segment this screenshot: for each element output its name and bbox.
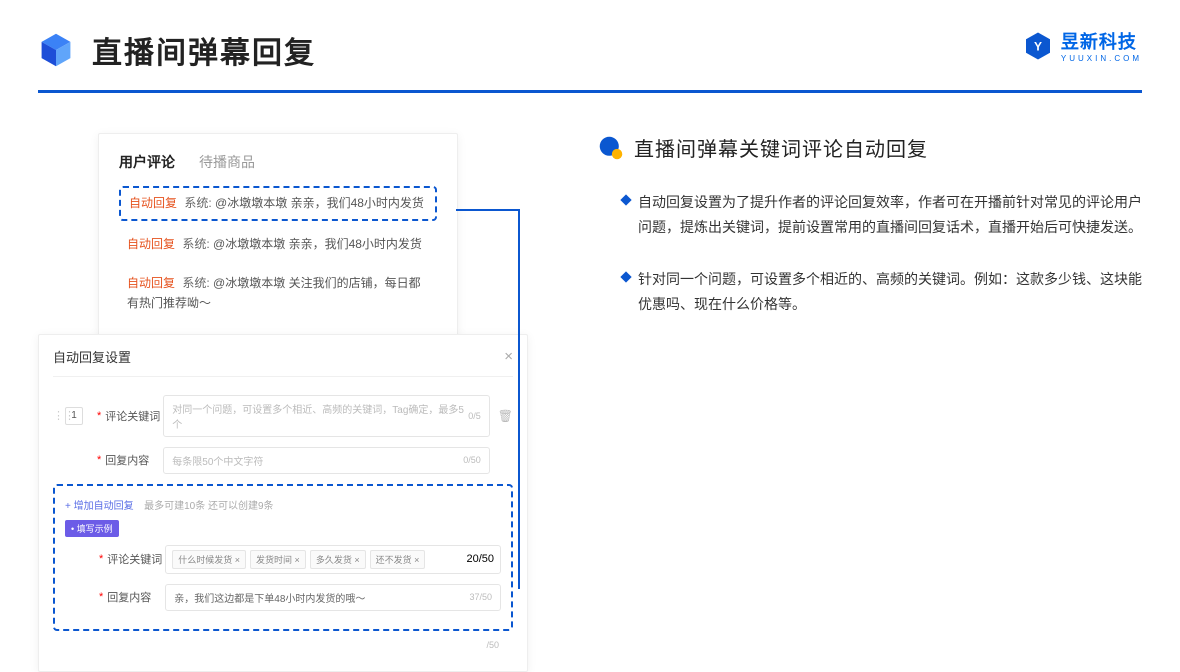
brand-icon: Y xyxy=(1023,31,1053,61)
feature-icon xyxy=(598,135,624,161)
svg-text:Y: Y xyxy=(1034,39,1042,53)
bullet-item: 自动回复设置为了提升作者的评论回复效率，作者可在开播前针对常见的评论用户问题，提… xyxy=(622,190,1142,239)
comment-prefix: 系统: xyxy=(182,276,209,290)
keyword-label: 评论关键词 xyxy=(105,408,163,424)
keyword-label: 评论关键词 xyxy=(107,551,165,567)
comment-prefix: 系统: xyxy=(184,196,211,210)
keyword-tag[interactable]: 还不发货 × xyxy=(370,550,426,569)
tab-user-comments[interactable]: 用户评论 xyxy=(119,152,175,172)
sequence-number: 1 xyxy=(65,407,83,425)
close-icon[interactable]: × xyxy=(504,348,513,365)
settings-title: 自动回复设置 xyxy=(53,347,131,366)
example-section: + 增加自动回复 最多可建10条 还可以创建9条 • 填写示例 * 评论关键词 … xyxy=(53,484,513,631)
page-title: 直播间弹幕回复 xyxy=(92,28,316,72)
bullet-item: 针对同一个问题，可设置多个相近的、高频的关键词。例如：这款多少钱、这块能优惠吗、… xyxy=(622,267,1142,316)
auto-reply-label: 自动回复 xyxy=(127,237,175,251)
auto-reply-label: 自动回复 xyxy=(129,196,177,210)
settings-panel: 自动回复设置 × ⋮⋮ 1 * 评论关键词 对同一个问题，可设置多个相近、高频的… xyxy=(38,334,528,672)
keyword-tag[interactable]: 什么时候发货 × xyxy=(172,550,246,569)
add-note: 最多可建10条 还可以创建9条 xyxy=(144,501,273,512)
connector-line xyxy=(518,209,520,589)
char-count: 37/50 xyxy=(469,592,492,602)
char-count: 0/5 xyxy=(468,411,481,421)
example-keyword-input[interactable]: 什么时候发货 × 发货时间 × 多久发货 × 还不发货 × 20/50 xyxy=(165,545,501,574)
drag-handle-icon[interactable]: ⋮⋮ xyxy=(53,409,65,422)
reply-content-label: 回复内容 xyxy=(105,452,163,468)
section-title: 直播间弹幕关键词评论自动回复 xyxy=(634,133,928,162)
keyword-tag[interactable]: 发货时间 × xyxy=(250,550,306,569)
required-icon: * xyxy=(97,410,101,422)
brand-logo: Y 昱新科技 YUUXIN.COM xyxy=(1023,28,1142,63)
required-icon: * xyxy=(97,454,101,466)
add-auto-reply-link[interactable]: + 增加自动回复 xyxy=(65,501,134,512)
comment-text: @冰墩墩本墩 亲亲，我们48小时内发货 xyxy=(213,237,422,251)
comment-row: 自动回复 系统: @冰墩墩本墩 关注我们的店铺，每日都有热门推荐呦～ xyxy=(119,268,437,318)
brand-name: 昱新科技 xyxy=(1061,28,1142,54)
char-count: 0/50 xyxy=(463,455,481,465)
reply-content-input[interactable]: 每条限50个中文字符 0/50 xyxy=(163,447,489,474)
comment-row: 自动回复 系统: @冰墩墩本墩 亲亲，我们48小时内发货 xyxy=(119,229,437,260)
comment-prefix: 系统: xyxy=(182,237,209,251)
tab-pending-goods[interactable]: 待播商品 xyxy=(199,152,255,172)
comment-row: 自动回复 系统: @冰墩墩本墩 亲亲，我们48小时内发货 xyxy=(119,186,437,221)
char-count: 20/50 xyxy=(466,553,494,565)
auto-reply-label: 自动回复 xyxy=(127,276,175,290)
connector-line xyxy=(456,209,518,211)
char-count: /50 xyxy=(486,640,499,650)
required-icon: * xyxy=(99,553,103,565)
example-badge: • 填写示例 xyxy=(65,520,119,537)
comment-text: @冰墩墩本墩 亲亲，我们48小时内发货 xyxy=(215,196,424,210)
reply-content-label: 回复内容 xyxy=(107,589,165,605)
delete-icon[interactable]: 🗑 xyxy=(498,409,513,423)
brand-domain: YUUXIN.COM xyxy=(1061,54,1142,63)
keyword-input[interactable]: 对同一个问题，可设置多个相近、高频的关键词，Tag确定，最多5个 0/5 xyxy=(163,395,489,437)
comments-panel: 用户评论 待播商品 自动回复 系统: @冰墩墩本墩 亲亲，我们48小时内发货 自… xyxy=(98,133,458,346)
keyword-tag[interactable]: 多久发货 × xyxy=(310,550,366,569)
example-reply-input[interactable]: 亲，我们这边都是下单48小时内发货的哦～ 37/50 xyxy=(165,584,501,611)
required-icon: * xyxy=(99,591,103,603)
cube-icon xyxy=(38,32,74,68)
